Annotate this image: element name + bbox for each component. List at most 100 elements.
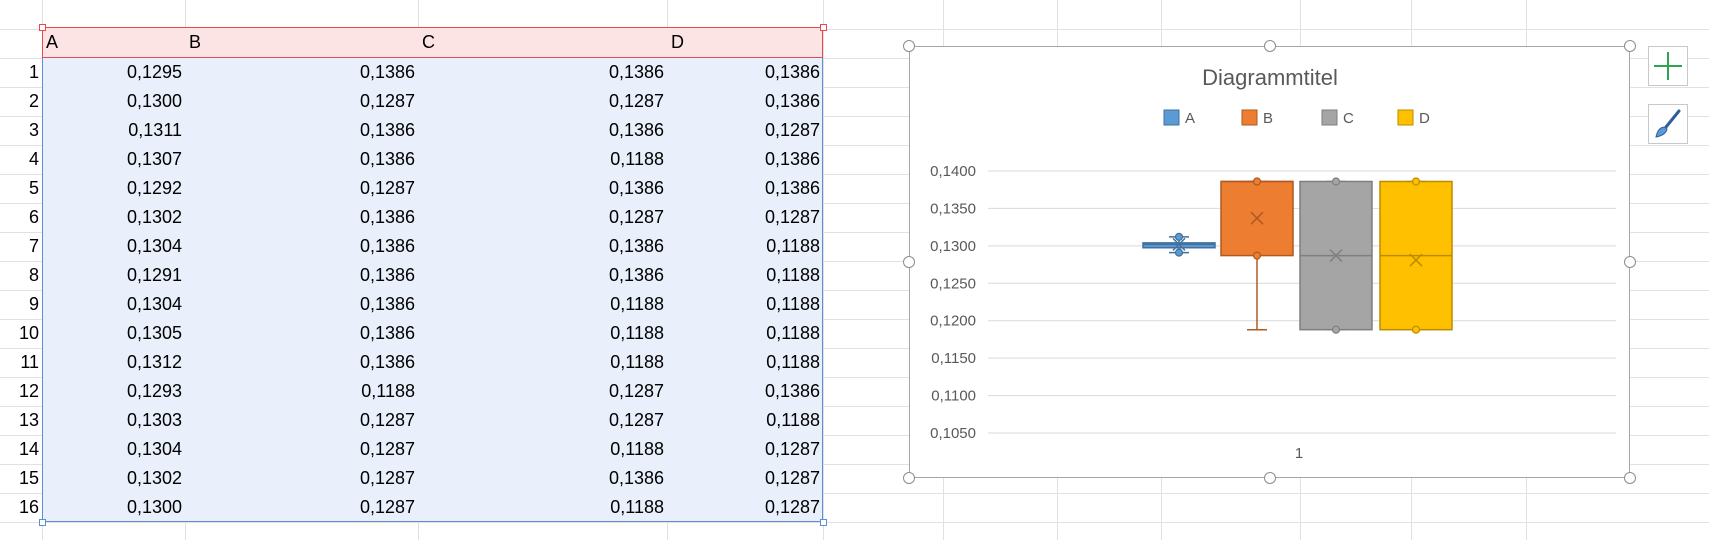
row-number[interactable]: 9 — [0, 290, 42, 319]
data-cell[interactable]: 0,1188 — [667, 406, 823, 435]
data-cell[interactable]: 0,1188 — [185, 377, 418, 406]
row-number[interactable]: 8 — [0, 261, 42, 290]
chart-resize-handle[interactable] — [1264, 472, 1276, 484]
data-cell[interactable]: 0,1291 — [42, 261, 185, 290]
data-cell[interactable]: 0,1287 — [185, 493, 418, 522]
data-cell[interactable]: 0,1386 — [185, 261, 418, 290]
row-number[interactable]: 13 — [0, 406, 42, 435]
row-number[interactable]: 15 — [0, 464, 42, 493]
data-cell[interactable]: 0,1386 — [418, 464, 667, 493]
data-cell[interactable]: 0,1386 — [667, 87, 823, 116]
data-cell[interactable]: 0,1287 — [418, 87, 667, 116]
data-cell[interactable]: 0,1386 — [667, 145, 823, 174]
data-cell[interactable]: 0,1287 — [418, 377, 667, 406]
data-cell[interactable]: 0,1305 — [42, 319, 185, 348]
data-cell[interactable]: 0,1287 — [667, 116, 823, 145]
data-cell[interactable]: 0,1386 — [185, 203, 418, 232]
data-cell[interactable]: 0,1188 — [418, 290, 667, 319]
data-cell[interactable]: 0,1386 — [667, 58, 823, 87]
box-d-point — [1411, 177, 1421, 186]
box-a-point — [1174, 248, 1184, 257]
data-cell[interactable]: 0,1188 — [418, 319, 667, 348]
row-number[interactable]: 1 — [0, 58, 42, 87]
row-number[interactable]: 11 — [0, 348, 42, 377]
data-cell[interactable]: 0,1292 — [42, 174, 185, 203]
data-cell[interactable]: 0,1300 — [42, 87, 185, 116]
data-cell[interactable]: 0,1188 — [667, 261, 823, 290]
data-cell[interactable]: 0,1386 — [667, 377, 823, 406]
chart-elements-button[interactable] — [1648, 46, 1688, 86]
data-cell[interactable]: 0,1386 — [185, 116, 418, 145]
row-number[interactable]: 12 — [0, 377, 42, 406]
data-cell[interactable]: 0,1386 — [185, 348, 418, 377]
data-cell[interactable]: 0,1386 — [667, 174, 823, 203]
data-cell[interactable]: 0,1188 — [418, 348, 667, 377]
data-cell[interactable]: 0,1302 — [42, 203, 185, 232]
legend-label-a: A — [1185, 110, 1195, 127]
chart-title[interactable]: Diagrammtitel — [1202, 65, 1338, 90]
data-cell[interactable]: 0,1287 — [667, 203, 823, 232]
row-number[interactable]: 3 — [0, 116, 42, 145]
data-cell[interactable]: 0,1386 — [185, 319, 418, 348]
data-cell[interactable]: 0,1188 — [418, 435, 667, 464]
data-cell[interactable]: 0,1386 — [185, 290, 418, 319]
box-c-point — [1331, 325, 1341, 334]
data-cell[interactable]: 0,1287 — [418, 406, 667, 435]
data-cell[interactable]: 0,1293 — [42, 377, 185, 406]
header-cell-c[interactable]: C — [418, 28, 667, 58]
box-plot-chart[interactable]: Diagrammtitel A B C D 0,1050 0,1100 0,1150 0,120… — [909, 46, 1630, 478]
data-cell[interactable]: 0,1312 — [42, 348, 185, 377]
data-cell[interactable]: 0,1295 — [42, 58, 185, 87]
row-number[interactable]: 2 — [0, 87, 42, 116]
data-cell[interactable]: 0,1287 — [667, 493, 823, 522]
chart-resize-handle[interactable] — [1264, 40, 1276, 52]
chart-resize-handle[interactable] — [1624, 256, 1636, 268]
data-cell[interactable]: 0,1302 — [42, 464, 185, 493]
data-cell[interactable]: 0,1386 — [418, 58, 667, 87]
row-number[interactable]: 10 — [0, 319, 42, 348]
data-cell[interactable]: 0,1386 — [418, 261, 667, 290]
data-cell[interactable]: 0,1188 — [667, 232, 823, 261]
data-cell[interactable]: 0,1307 — [42, 145, 185, 174]
data-cell[interactable]: 0,1304 — [42, 232, 185, 261]
data-cell[interactable]: 0,1386 — [418, 174, 667, 203]
data-cell[interactable]: 0,1386 — [185, 145, 418, 174]
data-cell[interactable]: 0,1300 — [42, 493, 185, 522]
row-number[interactable]: 4 — [0, 145, 42, 174]
chart-resize-handle[interactable] — [1624, 40, 1636, 52]
row-number[interactable]: 16 — [0, 493, 42, 522]
data-cell[interactable]: 0,1304 — [42, 435, 185, 464]
data-cell[interactable]: 0,1304 — [42, 290, 185, 319]
row-number[interactable]: 14 — [0, 435, 42, 464]
chart-resize-handle[interactable] — [1624, 472, 1636, 484]
chart-resize-handle[interactable] — [903, 472, 915, 484]
chart-resize-handle[interactable] — [903, 256, 915, 268]
header-cell-b[interactable]: B — [185, 28, 418, 58]
chart-resize-handle[interactable] — [903, 40, 915, 52]
data-cell[interactable]: 0,1287 — [185, 406, 418, 435]
data-cell[interactable]: 0,1303 — [42, 406, 185, 435]
data-cell[interactable]: 0,1311 — [42, 116, 185, 145]
row-number[interactable]: 7 — [0, 232, 42, 261]
data-cell[interactable]: 0,1188 — [418, 145, 667, 174]
header-cell-a[interactable]: A — [42, 28, 185, 58]
header-cell-d[interactable]: D — [667, 28, 823, 58]
data-cell[interactable]: 0,1287 — [667, 435, 823, 464]
data-cell[interactable]: 0,1188 — [667, 290, 823, 319]
data-cell[interactable]: 0,1188 — [667, 319, 823, 348]
data-cell[interactable]: 0,1287 — [418, 203, 667, 232]
row-number[interactable]: 5 — [0, 174, 42, 203]
data-cell[interactable]: 0,1188 — [667, 348, 823, 377]
chart-styles-button[interactable] — [1648, 104, 1688, 144]
data-cell[interactable]: 0,1386 — [418, 116, 667, 145]
data-cell[interactable]: 0,1188 — [418, 493, 667, 522]
data-cell[interactable]: 0,1287 — [185, 87, 418, 116]
data-cell[interactable]: 0,1287 — [185, 174, 418, 203]
data-cell[interactable]: 0,1386 — [185, 232, 418, 261]
data-cell[interactable]: 0,1287 — [667, 464, 823, 493]
row-number[interactable]: 6 — [0, 203, 42, 232]
data-cell[interactable]: 0,1386 — [185, 58, 418, 87]
data-cell[interactable]: 0,1386 — [418, 232, 667, 261]
data-cell[interactable]: 0,1287 — [185, 435, 418, 464]
data-cell[interactable]: 0,1287 — [185, 464, 418, 493]
